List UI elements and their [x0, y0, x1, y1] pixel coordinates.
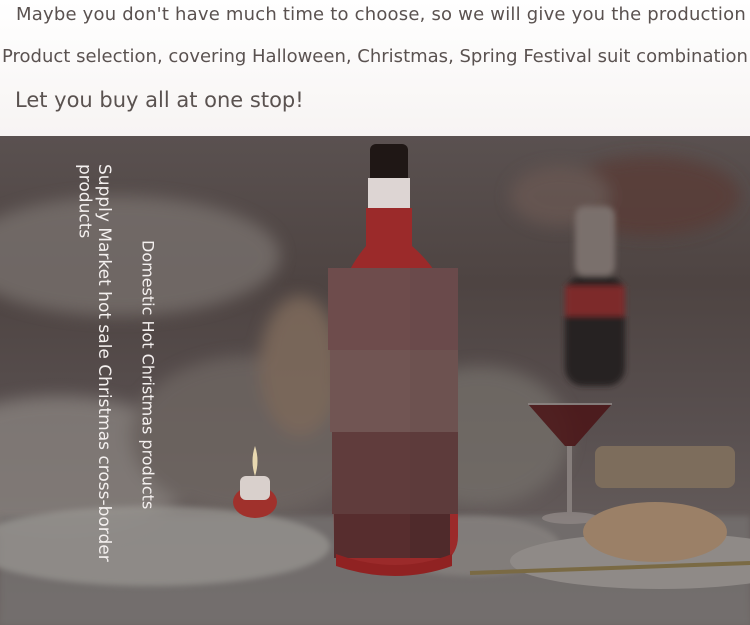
caption-secondary: Domestic Hot Christmas products	[138, 240, 158, 510]
caption-main: Supply Market hot sale Christmas cross-b…	[74, 164, 115, 562]
product-photo: Supply Market hot sale Christmas cross-b…	[0, 136, 750, 625]
header-line-2: Product selection, covering Halloween, C…	[2, 46, 748, 67]
header-line-1: Maybe you don't have much time to choose…	[16, 4, 746, 25]
header-line-3: Let you buy all at one stop!	[15, 88, 304, 112]
header-banner: Maybe you don't have much time to choose…	[0, 0, 750, 136]
